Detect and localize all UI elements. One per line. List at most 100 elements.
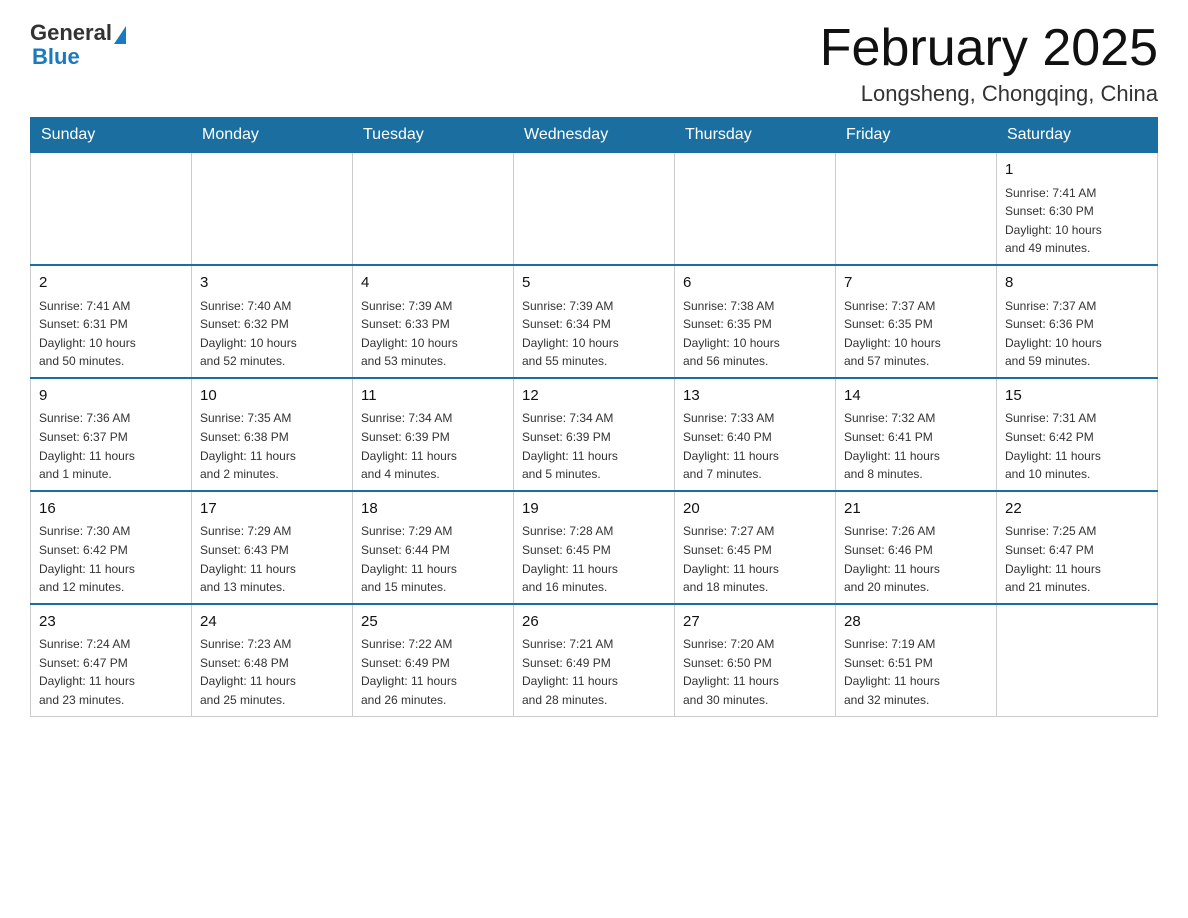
day-number: 5 xyxy=(522,272,666,295)
day-info: Sunrise: 7:40 AM Sunset: 6:32 PM Dayligh… xyxy=(200,297,344,371)
calendar-cell: 1Sunrise: 7:41 AM Sunset: 6:30 PM Daylig… xyxy=(997,153,1158,265)
day-number: 8 xyxy=(1005,272,1149,295)
weekday-header-friday: Friday xyxy=(836,118,997,153)
calendar-cell xyxy=(997,604,1158,716)
day-number: 20 xyxy=(683,498,827,521)
logo: General Blue xyxy=(30,20,126,70)
week-row-2: 2Sunrise: 7:41 AM Sunset: 6:31 PM Daylig… xyxy=(31,265,1158,378)
day-info: Sunrise: 7:19 AM Sunset: 6:51 PM Dayligh… xyxy=(844,635,988,709)
month-title: February 2025 xyxy=(820,20,1158,77)
day-number: 24 xyxy=(200,611,344,634)
calendar-cell: 25Sunrise: 7:22 AM Sunset: 6:49 PM Dayli… xyxy=(353,604,514,716)
day-number: 22 xyxy=(1005,498,1149,521)
calendar-cell: 27Sunrise: 7:20 AM Sunset: 6:50 PM Dayli… xyxy=(675,604,836,716)
calendar-cell xyxy=(353,153,514,265)
day-number: 15 xyxy=(1005,385,1149,408)
day-number: 28 xyxy=(844,611,988,634)
day-info: Sunrise: 7:26 AM Sunset: 6:46 PM Dayligh… xyxy=(844,522,988,596)
calendar-cell: 8Sunrise: 7:37 AM Sunset: 6:36 PM Daylig… xyxy=(997,265,1158,378)
day-info: Sunrise: 7:34 AM Sunset: 6:39 PM Dayligh… xyxy=(361,409,505,483)
day-number: 25 xyxy=(361,611,505,634)
page-header: General Blue February 2025 Longsheng, Ch… xyxy=(30,20,1158,107)
day-info: Sunrise: 7:24 AM Sunset: 6:47 PM Dayligh… xyxy=(39,635,183,709)
day-info: Sunrise: 7:27 AM Sunset: 6:45 PM Dayligh… xyxy=(683,522,827,596)
week-row-5: 23Sunrise: 7:24 AM Sunset: 6:47 PM Dayli… xyxy=(31,604,1158,716)
day-info: Sunrise: 7:35 AM Sunset: 6:38 PM Dayligh… xyxy=(200,409,344,483)
day-info: Sunrise: 7:41 AM Sunset: 6:31 PM Dayligh… xyxy=(39,297,183,371)
day-info: Sunrise: 7:39 AM Sunset: 6:33 PM Dayligh… xyxy=(361,297,505,371)
day-info: Sunrise: 7:37 AM Sunset: 6:36 PM Dayligh… xyxy=(1005,297,1149,371)
day-number: 4 xyxy=(361,272,505,295)
day-info: Sunrise: 7:41 AM Sunset: 6:30 PM Dayligh… xyxy=(1005,184,1149,258)
day-info: Sunrise: 7:30 AM Sunset: 6:42 PM Dayligh… xyxy=(39,522,183,596)
calendar-cell: 14Sunrise: 7:32 AM Sunset: 6:41 PM Dayli… xyxy=(836,378,997,491)
calendar-cell xyxy=(836,153,997,265)
day-number: 17 xyxy=(200,498,344,521)
calendar-cell: 13Sunrise: 7:33 AM Sunset: 6:40 PM Dayli… xyxy=(675,378,836,491)
week-row-3: 9Sunrise: 7:36 AM Sunset: 6:37 PM Daylig… xyxy=(31,378,1158,491)
calendar-cell: 12Sunrise: 7:34 AM Sunset: 6:39 PM Dayli… xyxy=(514,378,675,491)
day-number: 21 xyxy=(844,498,988,521)
calendar-cell: 17Sunrise: 7:29 AM Sunset: 6:43 PM Dayli… xyxy=(192,491,353,604)
calendar-cell xyxy=(675,153,836,265)
day-number: 7 xyxy=(844,272,988,295)
calendar-cell: 24Sunrise: 7:23 AM Sunset: 6:48 PM Dayli… xyxy=(192,604,353,716)
day-info: Sunrise: 7:20 AM Sunset: 6:50 PM Dayligh… xyxy=(683,635,827,709)
calendar-cell: 9Sunrise: 7:36 AM Sunset: 6:37 PM Daylig… xyxy=(31,378,192,491)
day-number: 13 xyxy=(683,385,827,408)
calendar-cell: 19Sunrise: 7:28 AM Sunset: 6:45 PM Dayli… xyxy=(514,491,675,604)
day-info: Sunrise: 7:29 AM Sunset: 6:44 PM Dayligh… xyxy=(361,522,505,596)
calendar-table: SundayMondayTuesdayWednesdayThursdayFrid… xyxy=(30,117,1158,716)
day-number: 6 xyxy=(683,272,827,295)
weekday-header-saturday: Saturday xyxy=(997,118,1158,153)
calendar-cell: 10Sunrise: 7:35 AM Sunset: 6:38 PM Dayli… xyxy=(192,378,353,491)
calendar-cell: 5Sunrise: 7:39 AM Sunset: 6:34 PM Daylig… xyxy=(514,265,675,378)
day-number: 12 xyxy=(522,385,666,408)
calendar-cell: 7Sunrise: 7:37 AM Sunset: 6:35 PM Daylig… xyxy=(836,265,997,378)
day-info: Sunrise: 7:36 AM Sunset: 6:37 PM Dayligh… xyxy=(39,409,183,483)
weekday-header-tuesday: Tuesday xyxy=(353,118,514,153)
day-info: Sunrise: 7:39 AM Sunset: 6:34 PM Dayligh… xyxy=(522,297,666,371)
weekday-header-monday: Monday xyxy=(192,118,353,153)
day-number: 27 xyxy=(683,611,827,634)
day-info: Sunrise: 7:22 AM Sunset: 6:49 PM Dayligh… xyxy=(361,635,505,709)
day-info: Sunrise: 7:28 AM Sunset: 6:45 PM Dayligh… xyxy=(522,522,666,596)
logo-blue-text: Blue xyxy=(30,44,80,70)
calendar-cell: 4Sunrise: 7:39 AM Sunset: 6:33 PM Daylig… xyxy=(353,265,514,378)
calendar-cell: 6Sunrise: 7:38 AM Sunset: 6:35 PM Daylig… xyxy=(675,265,836,378)
day-info: Sunrise: 7:21 AM Sunset: 6:49 PM Dayligh… xyxy=(522,635,666,709)
weekday-header-wednesday: Wednesday xyxy=(514,118,675,153)
day-info: Sunrise: 7:31 AM Sunset: 6:42 PM Dayligh… xyxy=(1005,409,1149,483)
day-info: Sunrise: 7:23 AM Sunset: 6:48 PM Dayligh… xyxy=(200,635,344,709)
weekday-header-sunday: Sunday xyxy=(31,118,192,153)
day-number: 2 xyxy=(39,272,183,295)
calendar-cell: 23Sunrise: 7:24 AM Sunset: 6:47 PM Dayli… xyxy=(31,604,192,716)
day-info: Sunrise: 7:25 AM Sunset: 6:47 PM Dayligh… xyxy=(1005,522,1149,596)
day-info: Sunrise: 7:33 AM Sunset: 6:40 PM Dayligh… xyxy=(683,409,827,483)
day-number: 19 xyxy=(522,498,666,521)
day-info: Sunrise: 7:29 AM Sunset: 6:43 PM Dayligh… xyxy=(200,522,344,596)
day-number: 11 xyxy=(361,385,505,408)
calendar-cell: 28Sunrise: 7:19 AM Sunset: 6:51 PM Dayli… xyxy=(836,604,997,716)
calendar-cell: 2Sunrise: 7:41 AM Sunset: 6:31 PM Daylig… xyxy=(31,265,192,378)
calendar-cell: 3Sunrise: 7:40 AM Sunset: 6:32 PM Daylig… xyxy=(192,265,353,378)
location-text: Longsheng, Chongqing, China xyxy=(820,81,1158,107)
logo-general-text: General xyxy=(30,20,112,46)
calendar-cell xyxy=(31,153,192,265)
day-info: Sunrise: 7:37 AM Sunset: 6:35 PM Dayligh… xyxy=(844,297,988,371)
calendar-cell: 21Sunrise: 7:26 AM Sunset: 6:46 PM Dayli… xyxy=(836,491,997,604)
day-number: 18 xyxy=(361,498,505,521)
week-row-4: 16Sunrise: 7:30 AM Sunset: 6:42 PM Dayli… xyxy=(31,491,1158,604)
day-info: Sunrise: 7:32 AM Sunset: 6:41 PM Dayligh… xyxy=(844,409,988,483)
title-section: February 2025 Longsheng, Chongqing, Chin… xyxy=(820,20,1158,107)
weekday-header-thursday: Thursday xyxy=(675,118,836,153)
day-number: 26 xyxy=(522,611,666,634)
day-number: 9 xyxy=(39,385,183,408)
calendar-cell: 18Sunrise: 7:29 AM Sunset: 6:44 PM Dayli… xyxy=(353,491,514,604)
day-number: 1 xyxy=(1005,159,1149,182)
calendar-cell: 20Sunrise: 7:27 AM Sunset: 6:45 PM Dayli… xyxy=(675,491,836,604)
day-number: 16 xyxy=(39,498,183,521)
week-row-1: 1Sunrise: 7:41 AM Sunset: 6:30 PM Daylig… xyxy=(31,153,1158,265)
calendar-cell: 22Sunrise: 7:25 AM Sunset: 6:47 PM Dayli… xyxy=(997,491,1158,604)
calendar-cell xyxy=(514,153,675,265)
